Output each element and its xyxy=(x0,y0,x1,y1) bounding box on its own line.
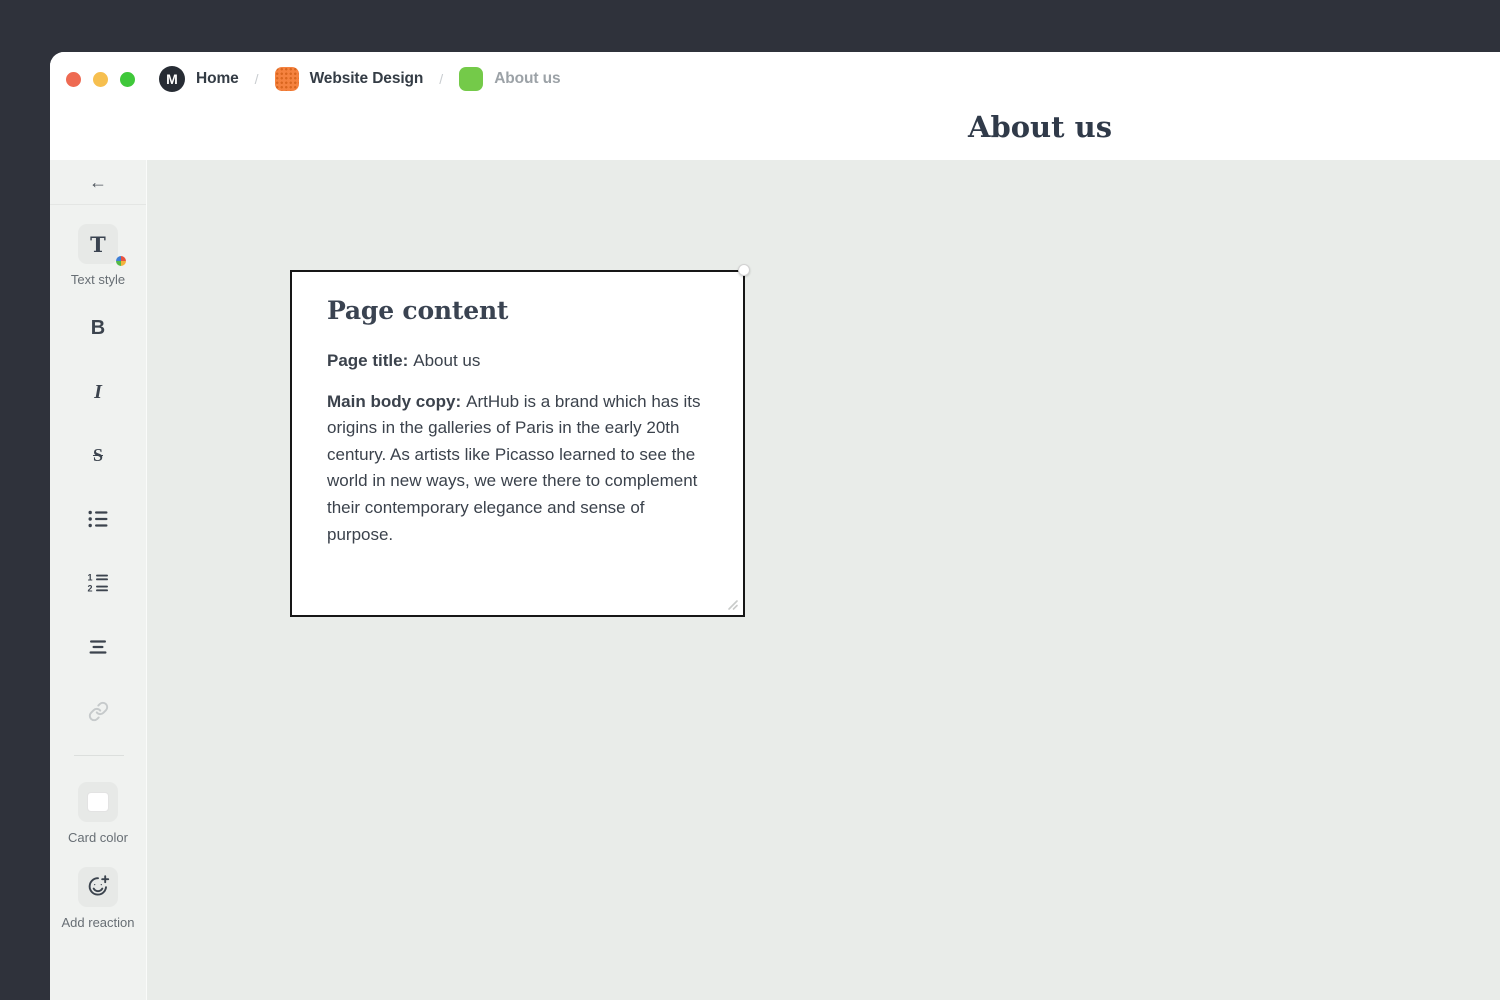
card-body-line[interactable]: Main body copy:ArtHub is a brand which h… xyxy=(327,389,708,549)
strikethrough-icon: S xyxy=(93,445,103,466)
resize-grip-icon xyxy=(725,597,739,611)
card-heading[interactable]: Page content xyxy=(327,296,708,325)
align-center-icon xyxy=(86,635,110,659)
numbered-list-button[interactable]: 12 xyxy=(50,570,146,596)
board-title[interactable]: About us xyxy=(890,110,1190,144)
bold-button[interactable]: B xyxy=(50,315,146,341)
page-title-label: Page title: xyxy=(327,351,408,370)
page-title-value: About us xyxy=(413,351,480,370)
numbered-list-icon: 12 xyxy=(86,571,110,595)
breadcrumb-separator: / xyxy=(439,71,443,87)
selection-handle[interactable] xyxy=(738,264,750,276)
titlebar: M Home / Website Design / About us About… xyxy=(50,52,1500,160)
card-page-title-line[interactable]: Page title: About us xyxy=(327,348,708,375)
svg-text:1: 1 xyxy=(88,573,93,583)
italic-button[interactable]: I xyxy=(50,379,146,405)
text-style-label: Text style xyxy=(50,272,146,287)
card-color-button[interactable] xyxy=(78,782,118,822)
add-reaction-icon xyxy=(85,874,111,900)
resize-handle[interactable] xyxy=(725,597,739,611)
link-icon xyxy=(88,701,109,722)
bold-icon: B xyxy=(91,317,105,340)
close-window-button[interactable] xyxy=(66,72,81,87)
link-button xyxy=(50,698,146,724)
breadcrumb-separator: / xyxy=(255,71,259,87)
add-reaction-label: Add reaction xyxy=(50,915,146,930)
collapse-toolbar-button[interactable]: ← xyxy=(50,160,146,205)
formatting-sidebar: ← T Text style B I S xyxy=(50,160,147,1000)
bulleted-list-icon xyxy=(86,507,110,531)
board-thumbnail-icon[interactable] xyxy=(275,67,299,91)
current-board-thumbnail-icon xyxy=(459,67,483,91)
bulleted-list-button[interactable] xyxy=(50,506,146,532)
minimize-window-button[interactable] xyxy=(93,72,108,87)
card-color-swatch-icon xyxy=(87,792,109,812)
back-arrow-icon: ← xyxy=(89,172,107,193)
body-copy-label: Main body copy: xyxy=(327,392,461,411)
card-color-label: Card color xyxy=(50,830,146,845)
color-dot-icon xyxy=(116,256,126,266)
breadcrumb-current-about-us: About us xyxy=(494,70,560,88)
app-window: M Home / Website Design / About us About… xyxy=(50,52,1500,1000)
body-copy-text: ArtHub is a brand which has its origins … xyxy=(327,392,700,544)
text-style-icon: T xyxy=(90,234,106,255)
board-canvas[interactable]: Page content Page title: About us Main bo… xyxy=(147,160,1500,1000)
add-reaction-button[interactable] xyxy=(78,867,118,907)
italic-icon: I xyxy=(94,381,102,404)
align-center-button[interactable] xyxy=(50,634,146,660)
svg-text:2: 2 xyxy=(88,584,93,594)
breadcrumb-website-design[interactable]: Website Design xyxy=(310,70,424,88)
zoom-window-button[interactable] xyxy=(120,72,135,87)
milanote-logo-icon[interactable]: M xyxy=(159,66,185,92)
text-card[interactable]: Page content Page title: About us Main bo… xyxy=(290,270,745,617)
breadcrumb-home[interactable]: Home xyxy=(196,70,239,88)
text-style-button[interactable]: T xyxy=(78,224,118,264)
breadcrumb: M Home / Website Design / About us xyxy=(66,64,561,94)
toolbar-divider xyxy=(74,755,124,756)
strikethrough-button[interactable]: S xyxy=(50,442,146,468)
